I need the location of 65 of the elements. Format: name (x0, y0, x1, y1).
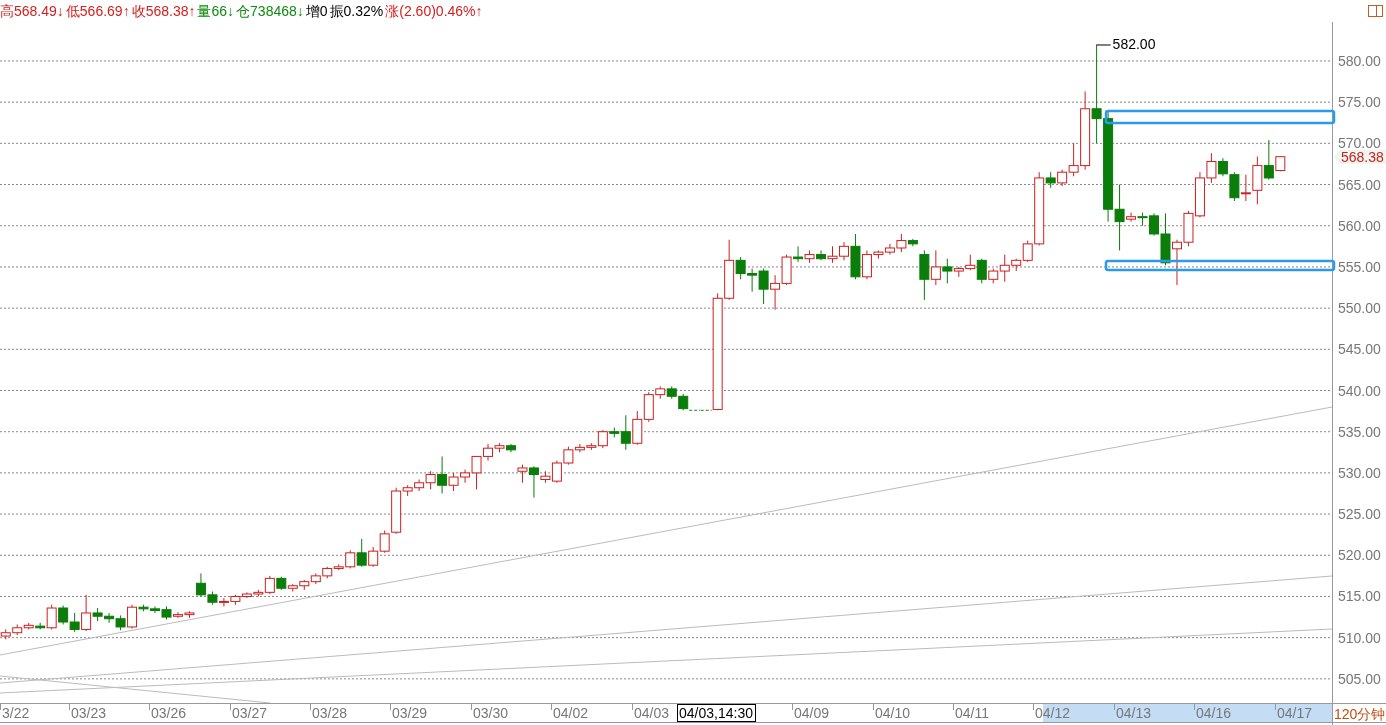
quote-stat: 量66↓ (197, 1, 235, 21)
quote-stat: 收568.38↑ (131, 1, 196, 21)
price-axis-label: 515.00 (1338, 588, 1381, 605)
candlestick (930, 249, 941, 286)
price-axis-label: 540.00 (1338, 382, 1381, 399)
period-label[interactable]: 120分钟 (1334, 706, 1386, 722)
price-axis-label: 575.00 (1338, 94, 1381, 111)
candlestick (356, 538, 367, 568)
date-axis-label: 03/30 (473, 705, 509, 721)
date-axis-label: 03/28 (312, 705, 348, 721)
date-axis-label: 04/17 (1277, 705, 1313, 721)
price-axis-label: 535.00 (1338, 423, 1381, 440)
candlestick (1126, 212, 1137, 223)
price-axis-label: 505.00 (1338, 670, 1381, 687)
date-axis-label: 04/09 (794, 705, 830, 721)
high-price-label: 582.00 (1112, 36, 1156, 53)
date-axis-label: 3/22 (2, 705, 30, 721)
cursor-date-label: 04/03,14:30 (677, 704, 756, 722)
price-axis-label: 560.00 (1338, 217, 1381, 234)
date-axis-label: 03/26 (151, 705, 187, 721)
quote-stat: 振0.32% (329, 1, 384, 21)
candlestick (81, 594, 92, 632)
date-axis-label: 03/29 (392, 705, 428, 721)
quote-stat: 仓738468↓ (236, 1, 304, 21)
date-axis-label: 03/23 (71, 705, 107, 721)
last-price-label: 568.38 (1334, 149, 1386, 165)
candlestick (1240, 174, 1251, 202)
date-axis-label: 04/03 (634, 705, 670, 721)
price-axis-label: 520.00 (1338, 547, 1381, 564)
candlestick (46, 604, 57, 630)
candlestick (127, 604, 138, 630)
candlestick (528, 465, 539, 499)
candlestick (379, 530, 390, 554)
date-axis-label: 03/27 (232, 705, 268, 721)
candlestick (976, 258, 987, 284)
price-axis-label: 545.00 (1338, 341, 1381, 358)
candlestick (517, 464, 528, 484)
date-axis-label: 04/02 (553, 705, 589, 721)
date-axis-label: 04/11 (955, 705, 989, 721)
candlestick (793, 245, 804, 263)
quote-stat: 增0 (305, 1, 328, 21)
price-axis-label: 565.00 (1338, 176, 1381, 193)
candlestick (437, 455, 448, 494)
price-axis-label: 510.00 (1338, 629, 1381, 646)
price-axis-label: 555.00 (1338, 258, 1381, 275)
price-axis-label: 530.00 (1338, 464, 1381, 481)
price-axis-label: 525.00 (1338, 506, 1381, 523)
date-axis-label: 04/13 (1116, 705, 1152, 721)
candlestick (1217, 157, 1228, 177)
candlestick (1263, 139, 1274, 181)
price-axis-label: 570.00 (1338, 135, 1381, 152)
quote-stat: 低566.69↑ (65, 1, 130, 21)
candlestick (620, 414, 631, 451)
candlestick (816, 249, 827, 261)
quote-stat: 高568.49↓ (0, 1, 64, 21)
candlestick (942, 258, 953, 284)
price-axis-label: 550.00 (1338, 300, 1381, 317)
candlestick (368, 546, 379, 568)
date-axis-label: 04/16 (1196, 705, 1232, 721)
quote-stat: 涨(2.60)0.46%↑ (385, 1, 483, 21)
date-axis-label: 04/12 (1035, 705, 1071, 721)
price-axis-label: 580.00 (1338, 52, 1381, 69)
candlestick (632, 410, 643, 446)
date-axis-label: 04/10 (875, 705, 911, 721)
candlestick (1229, 171, 1240, 202)
